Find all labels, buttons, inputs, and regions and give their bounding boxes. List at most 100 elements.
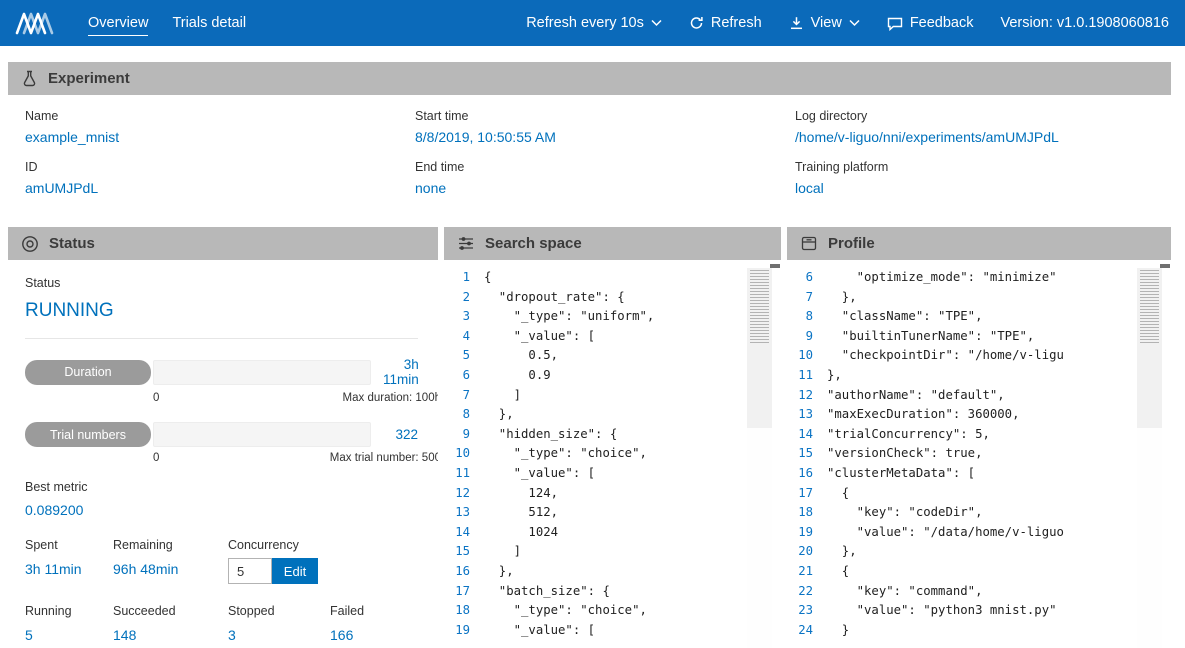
search-space-header: Search space bbox=[444, 227, 781, 260]
experiment-header: Experiment bbox=[8, 62, 1171, 95]
tab-overview[interactable]: Overview bbox=[88, 10, 148, 36]
search-space-icon bbox=[457, 235, 475, 252]
minimap-slider[interactable] bbox=[747, 268, 772, 428]
concurrency-block: Concurrency Edit bbox=[228, 538, 418, 584]
code-text: "key": "command", bbox=[827, 582, 982, 602]
code-text: "_type": "uniform", bbox=[484, 307, 654, 327]
line-number: 10 bbox=[791, 346, 827, 366]
experiment-details: Name example_mnist ID amUMJPdL Start tim… bbox=[8, 95, 1171, 221]
minimap-slider[interactable] bbox=[1137, 268, 1162, 428]
navbar-left: Overview Trials detail bbox=[14, 10, 246, 37]
refresh-interval-label: Refresh every 10s bbox=[526, 15, 644, 31]
code-text: { bbox=[827, 484, 849, 504]
line-number: 24 bbox=[791, 621, 827, 641]
code-text: }, bbox=[484, 405, 514, 425]
code-line: 9 "hidden_size": { bbox=[448, 425, 751, 445]
field-label: ID bbox=[25, 160, 415, 174]
code-line: 6 "optimize_mode": "minimize" bbox=[791, 268, 1141, 288]
remaining-label: Remaining bbox=[113, 538, 228, 552]
line-number: 7 bbox=[448, 386, 484, 406]
code-line: 17 { bbox=[791, 484, 1141, 504]
search-space-body: 1{2 "dropout_rate": {3 "_type": "uniform… bbox=[444, 260, 781, 648]
experiment-col-3: Log directory /home/v-liguo/nni/experime… bbox=[795, 109, 1171, 211]
running-count: Running 5 bbox=[25, 604, 113, 643]
spent-label: Spent bbox=[25, 538, 113, 552]
line-number: 17 bbox=[448, 582, 484, 602]
line-number: 14 bbox=[448, 523, 484, 543]
line-number: 9 bbox=[791, 327, 827, 347]
line-number: 14 bbox=[791, 425, 827, 445]
duration-progress: Duration 3h 11min 0 Max duration: 100h bbox=[25, 357, 418, 404]
profile-editor[interactable]: 6 "optimize_mode": "minimize"7 },8 "clas… bbox=[787, 260, 1171, 648]
view-dropdown[interactable]: View bbox=[789, 15, 860, 31]
feedback-label: Feedback bbox=[910, 15, 974, 31]
profile-title: Profile bbox=[828, 235, 875, 252]
code-line: 8 }, bbox=[448, 405, 751, 425]
search-space-panel: Search space 1{2 "dropout_rate": {3 "_ty… bbox=[444, 227, 781, 648]
field-label: Log directory bbox=[795, 109, 1171, 123]
edit-concurrency-button[interactable]: Edit bbox=[272, 558, 318, 584]
code-line: 11 "_value": [ bbox=[448, 464, 751, 484]
failed-label: Failed bbox=[330, 604, 418, 618]
field-label: Name bbox=[25, 109, 415, 123]
version-label: Version: v1.0.1908060816 bbox=[1001, 15, 1170, 31]
view-label: View bbox=[811, 15, 842, 31]
search-space-editor[interactable]: 1{2 "dropout_rate": {3 "_type": "uniform… bbox=[444, 260, 781, 648]
nav-tabs: Overview Trials detail bbox=[88, 10, 246, 36]
tab-trials-detail[interactable]: Trials detail bbox=[172, 10, 246, 36]
field-end-time: End time none bbox=[415, 160, 795, 196]
code-line: 12 124, bbox=[448, 484, 751, 504]
code-line: 17 "batch_size": { bbox=[448, 582, 751, 602]
code-line: 18 "_type": "choice", bbox=[448, 601, 751, 621]
chevron-down-icon bbox=[651, 19, 662, 27]
status-value: RUNNING bbox=[25, 290, 418, 339]
refresh-icon bbox=[689, 16, 704, 30]
code-text: { bbox=[827, 562, 849, 582]
concurrency-input[interactable] bbox=[228, 558, 272, 584]
code-line: 7 ] bbox=[448, 386, 751, 406]
profile-box-icon bbox=[800, 235, 818, 252]
code-text: 124, bbox=[484, 484, 558, 504]
code-line: 16 }, bbox=[448, 562, 751, 582]
code-line: 13"maxExecDuration": 360000, bbox=[791, 405, 1141, 425]
line-number: 3 bbox=[448, 307, 484, 327]
line-number: 2 bbox=[448, 288, 484, 308]
profile-minimap[interactable] bbox=[1137, 268, 1162, 648]
page-content: Experiment Name example_mnist ID amUMJPd… bbox=[0, 46, 1185, 648]
field-value: 8/8/2019, 10:50:55 AM bbox=[415, 129, 795, 145]
code-text: "_value": [ bbox=[484, 621, 595, 641]
code-line: 3 "_type": "uniform", bbox=[448, 307, 751, 327]
field-label: End time bbox=[415, 160, 795, 174]
line-number: 12 bbox=[791, 386, 827, 406]
time-info-row: Spent 3h 11min Remaining 96h 48min Concu… bbox=[25, 538, 418, 584]
code-line: 11}, bbox=[791, 366, 1141, 386]
line-number: 21 bbox=[791, 562, 827, 582]
refresh-button[interactable]: Refresh bbox=[689, 15, 762, 31]
profile-panel: Profile 6 "optimize_mode": "minimize"7 }… bbox=[787, 227, 1171, 648]
search-space-minimap[interactable] bbox=[747, 268, 772, 648]
feedback-button[interactable]: Feedback bbox=[887, 15, 974, 31]
vertical-scrollbar[interactable] bbox=[1160, 264, 1170, 268]
code-text: "clusterMetaData": [ bbox=[827, 464, 975, 484]
field-start-time: Start time 8/8/2019, 10:50:55 AM bbox=[415, 109, 795, 145]
code-text: "batch_size": { bbox=[484, 582, 610, 602]
trial-counts-row: Running 5 Succeeded 148 Stopped 3 Fail bbox=[25, 604, 418, 643]
line-number: 15 bbox=[791, 444, 827, 464]
refresh-interval-dropdown[interactable]: Refresh every 10s bbox=[526, 15, 662, 31]
field-name: Name example_mnist bbox=[25, 109, 415, 145]
code-text: "hidden_size": { bbox=[484, 425, 617, 445]
line-number: 17 bbox=[791, 484, 827, 504]
vertical-scrollbar[interactable] bbox=[770, 264, 780, 268]
code-line: 15 ] bbox=[448, 542, 751, 562]
remaining-block: Remaining 96h 48min bbox=[113, 538, 228, 584]
status-panel: Status Status RUNNING Duration 3h 11min bbox=[8, 227, 438, 648]
code-text: }, bbox=[827, 366, 842, 386]
code-line: 16"clusterMetaData": [ bbox=[791, 464, 1141, 484]
line-number: 10 bbox=[448, 444, 484, 464]
field-value: amUMJPdL bbox=[25, 180, 415, 196]
stopped-label: Stopped bbox=[228, 604, 330, 618]
nni-logo[interactable] bbox=[14, 10, 56, 37]
code-text: "maxExecDuration": 360000, bbox=[827, 405, 1020, 425]
line-number: 18 bbox=[791, 503, 827, 523]
code-line: 7 }, bbox=[791, 288, 1141, 308]
